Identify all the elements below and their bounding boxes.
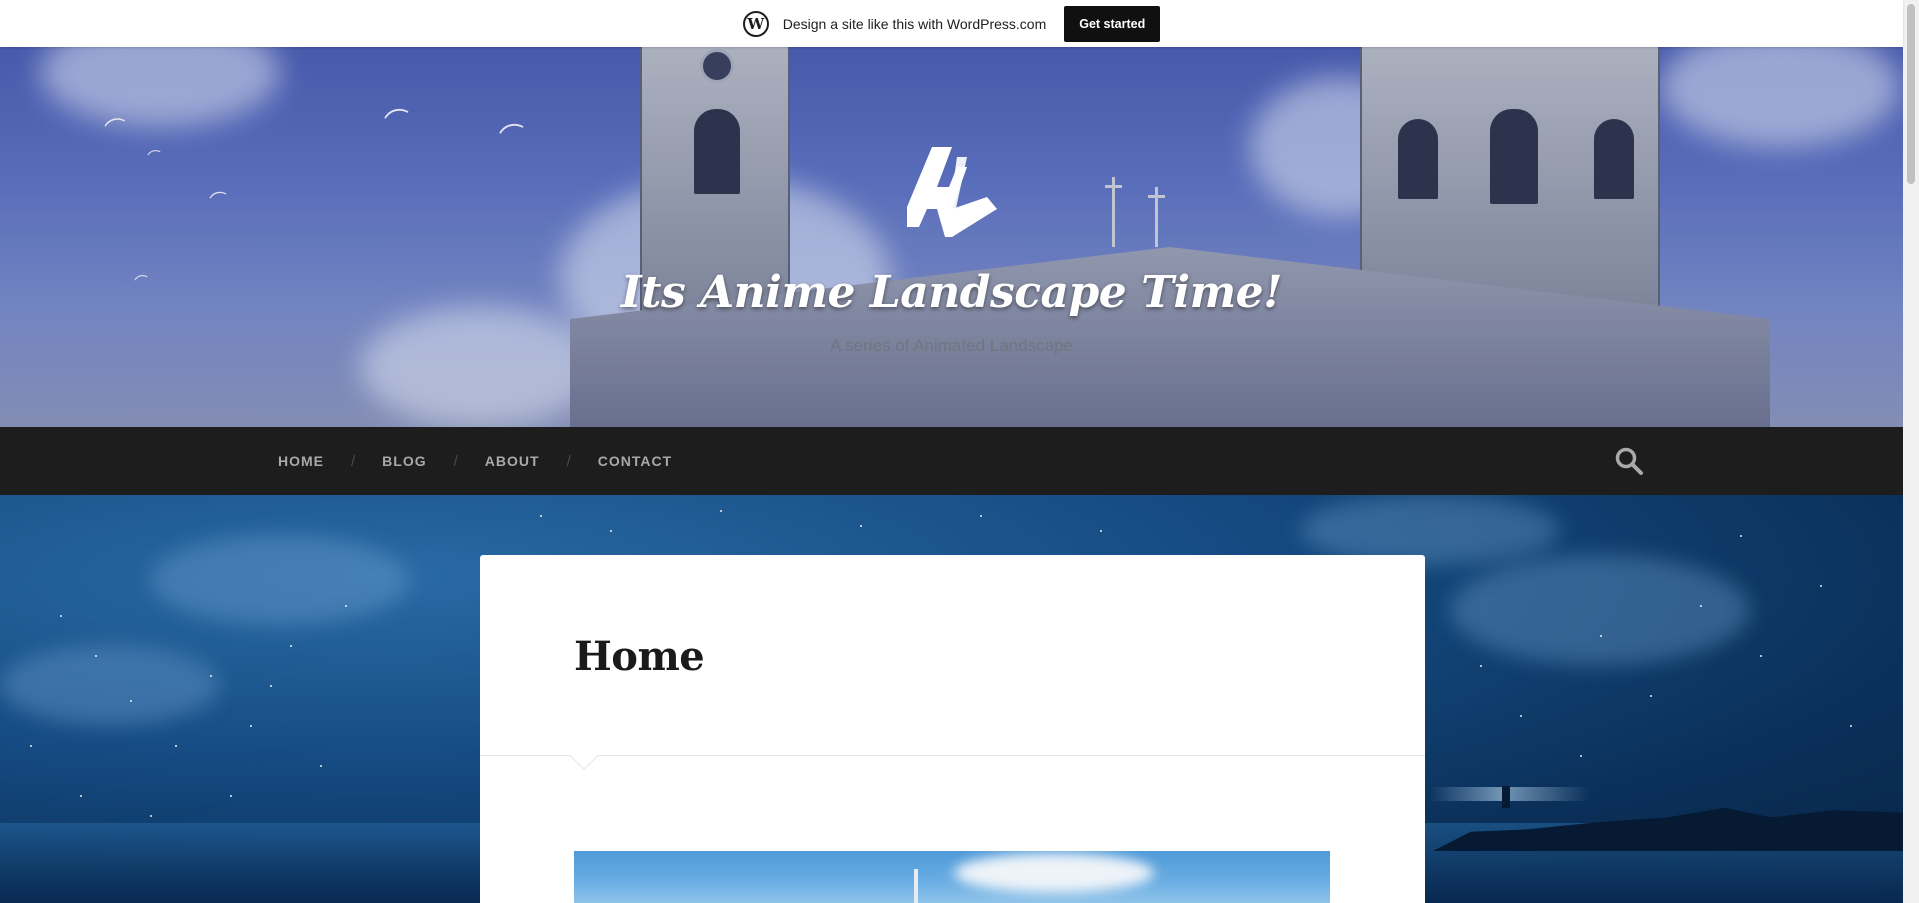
site-title[interactable]: Its Anime Landscape Time! <box>0 267 1903 318</box>
star <box>130 700 132 702</box>
star <box>230 795 232 797</box>
star <box>30 745 32 747</box>
featured-image <box>574 851 1330 903</box>
star <box>610 530 612 532</box>
wordpress-promo-bar: W Design a site like this with WordPress… <box>0 0 1903 47</box>
nav-separator: / <box>453 452 458 470</box>
wordpress-logo-icon[interactable]: W <box>742 10 769 37</box>
star <box>210 675 212 677</box>
star <box>1700 605 1702 607</box>
star <box>320 765 322 767</box>
nav-menu: HOME / BLOG / ABOUT / CONTACT <box>278 453 672 470</box>
site-branding: Its Anime Landscape Time! A series of An… <box>0 47 1903 427</box>
entry-header: Home <box>480 555 1425 771</box>
star <box>95 655 97 657</box>
star <box>720 510 722 512</box>
star <box>150 815 152 817</box>
nav-item-blog[interactable]: BLOG <box>382 453 426 469</box>
nav-separator: / <box>566 452 571 470</box>
star <box>1520 715 1522 717</box>
star <box>60 615 62 617</box>
star <box>80 795 82 797</box>
star <box>345 605 347 607</box>
scrollbar-thumb[interactable] <box>1907 4 1915 184</box>
nav-separator: / <box>351 452 356 470</box>
star <box>290 645 292 647</box>
background-cloud <box>1450 555 1750 665</box>
star <box>1740 535 1742 537</box>
background-cloud <box>0 645 220 725</box>
star <box>1820 585 1822 587</box>
site-tagline: A series of Animated Landscape <box>830 336 1073 355</box>
star <box>1600 635 1602 637</box>
background-cloud <box>150 535 410 625</box>
star <box>270 685 272 687</box>
promo-text: Design a site like this with WordPress.c… <box>782 15 1047 32</box>
image-spire <box>914 869 918 903</box>
main-navigation: HOME / BLOG / ABOUT / CONTACT <box>0 427 1903 495</box>
star <box>980 515 982 517</box>
page-scrollbar[interactable] <box>1903 0 1919 903</box>
site-logo-icon[interactable] <box>897 137 1007 247</box>
lighthouse <box>1502 786 1510 808</box>
star <box>1850 725 1852 727</box>
star <box>1650 695 1652 697</box>
star <box>1580 755 1582 757</box>
star <box>250 725 252 727</box>
site-header: ⌒ ⌒ ⌒ ⌒ ⌒ ⌒ Its Anime Landscape Time! A … <box>0 47 1903 427</box>
nav-item-about[interactable]: ABOUT <box>485 453 540 469</box>
content-card: Home <box>480 555 1425 903</box>
header-pointer <box>569 741 599 771</box>
star <box>1760 655 1762 657</box>
nav-item-home[interactable]: HOME <box>278 453 324 469</box>
image-cloud <box>954 853 1154 893</box>
search-icon[interactable] <box>1614 446 1644 476</box>
star <box>540 515 542 517</box>
star <box>1100 530 1102 532</box>
page-title: Home <box>574 633 705 680</box>
star <box>1480 665 1482 667</box>
star <box>860 525 862 527</box>
get-started-button[interactable]: Get started <box>1064 5 1161 42</box>
nav-item-contact[interactable]: CONTACT <box>598 453 672 469</box>
star <box>175 745 177 747</box>
lighthouse-beam <box>1430 787 1590 801</box>
